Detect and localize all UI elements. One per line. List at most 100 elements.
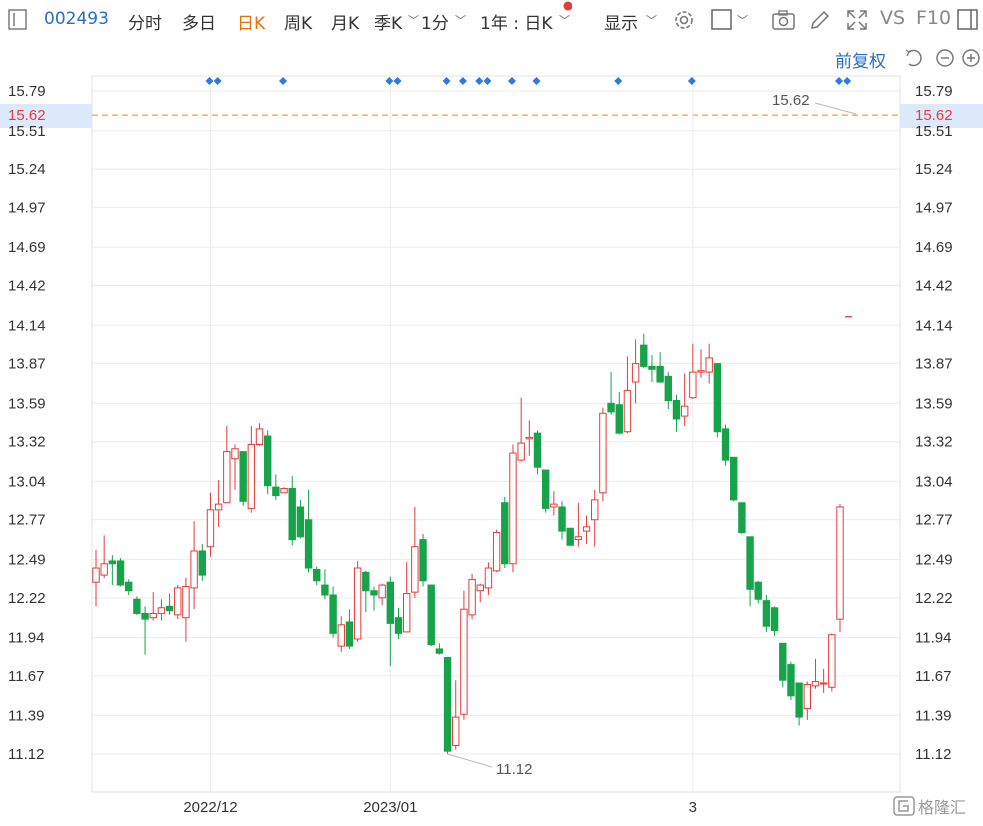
candle: [656, 352, 664, 383]
candle: [157, 599, 166, 621]
max-label-leader: [814, 102, 857, 115]
candle: [247, 426, 256, 513]
range-select[interactable]: 1年 : 日K: [480, 9, 553, 34]
y-tick-label-left: 15.79: [8, 83, 46, 100]
candle-body: [697, 370, 705, 373]
candlestick-chart[interactable]: 11.12 11.12 11.39 11.39 11.67 11.67 11.94 11.94…: [0, 0, 983, 826]
candle: [770, 606, 779, 637]
event-marker: [393, 77, 402, 85]
gear-icon[interactable]: [672, 8, 696, 32]
candle-body: [182, 585, 190, 619]
candle-body: [280, 488, 288, 494]
candle-body: [108, 560, 117, 565]
candle-body: [296, 506, 305, 538]
tab-monthly-k[interactable]: 月K: [331, 9, 359, 34]
candle: [378, 583, 386, 605]
y-tick-label-right: 11.12: [915, 746, 951, 763]
chevron-down-icon[interactable]: ﹀: [455, 12, 466, 28]
candle-body: [92, 567, 100, 583]
candle-body: [362, 571, 370, 592]
toolbar: 002493 分时 多日 日K 周K 月K 季K ﹀ 1分 ﹀ 1年 : 日K …: [0, 0, 983, 40]
candle-body: [329, 594, 337, 634]
watermark-text: 格隆汇: [918, 798, 966, 817]
y-tick-label-left: 12.49: [8, 552, 46, 569]
side-panel-icon[interactable]: [956, 8, 980, 32]
candle-body: [321, 584, 329, 596]
candle: [730, 456, 738, 502]
candle: [566, 527, 574, 546]
candle: [591, 489, 599, 547]
candle-body: [304, 519, 313, 569]
current-price-label-left: 15.62: [8, 107, 46, 124]
candle: [836, 504, 844, 632]
y-tick-label-left: 11.12: [8, 746, 44, 763]
chevron-down-icon[interactable]: ﹀: [408, 12, 419, 28]
stock-code[interactable]: 002493: [44, 9, 109, 29]
tab-daily-k[interactable]: 日K: [237, 9, 265, 34]
candle: [411, 506, 419, 598]
candle: [787, 661, 795, 701]
candle-body: [198, 550, 206, 576]
candle-body: [427, 584, 435, 646]
chart-controls: [905, 49, 980, 67]
candle: [746, 536, 754, 607]
panel-toggle-icon[interactable]: [8, 9, 28, 31]
candle: [296, 499, 305, 539]
y-tick-label-left: 12.77: [8, 512, 46, 529]
candle: [795, 682, 803, 726]
candle: [811, 658, 820, 689]
candle-body: [223, 451, 231, 504]
current-price-highlight-left: [0, 104, 92, 128]
y-tick-label-left: 13.32: [8, 434, 46, 451]
chevron-down-icon[interactable]: ﹀: [737, 12, 748, 28]
tab-1-minute[interactable]: 1分: [421, 9, 449, 34]
candle-body: [828, 634, 836, 688]
candle-body: [623, 390, 632, 433]
candle: [100, 535, 108, 578]
y-tick-label-right: 11.94: [915, 630, 951, 647]
f10-button[interactable]: F10: [916, 7, 951, 29]
zoom-in-icon[interactable]: [962, 49, 980, 67]
checkbox-icon[interactable]: [710, 8, 734, 32]
chevron-down-icon[interactable]: ﹀: [646, 12, 657, 28]
candle: [558, 501, 566, 540]
current-price-highlight-right: [900, 104, 983, 128]
pencil-icon[interactable]: [808, 8, 832, 32]
candle: [476, 583, 484, 603]
tab-weekly-k[interactable]: 周K: [284, 9, 312, 34]
candle: [819, 668, 828, 693]
event-marker: [835, 77, 843, 85]
candle: [92, 549, 100, 607]
display-menu[interactable]: 显示: [604, 9, 638, 34]
candle: [574, 502, 583, 547]
candle-body: [419, 539, 427, 582]
candle: [664, 372, 673, 410]
camera-icon[interactable]: [771, 8, 797, 32]
candle-body: [713, 363, 722, 433]
adjust-mode[interactable]: 前复权: [835, 47, 886, 72]
tab-multi-day[interactable]: 多日: [182, 9, 216, 34]
candle-body: [239, 451, 247, 502]
candle-body: [476, 584, 484, 592]
vs-button[interactable]: VS: [880, 7, 905, 29]
candle-body: [680, 405, 689, 417]
candle: [443, 656, 452, 754]
candle-body: [721, 428, 730, 461]
candle: [304, 489, 313, 573]
candle: [738, 502, 746, 534]
tab-quarterly-k[interactable]: 季K: [374, 9, 402, 34]
candle-body: [174, 587, 182, 616]
tab-intraday[interactable]: 分时: [128, 9, 162, 34]
zoom-out-icon[interactable]: [936, 49, 954, 67]
candle-body: [484, 567, 493, 589]
fullscreen-icon[interactable]: [845, 8, 869, 32]
candle-body: [272, 486, 280, 497]
chevron-down-icon[interactable]: ﹀: [559, 12, 570, 28]
candle: [362, 570, 370, 613]
chart-grid: [91, 75, 901, 793]
candle-body: [836, 506, 844, 620]
undo-icon[interactable]: [905, 49, 922, 67]
event-marker: [205, 77, 214, 85]
candle-body: [558, 506, 566, 532]
y-tick-label-right: 13.87: [915, 356, 953, 373]
